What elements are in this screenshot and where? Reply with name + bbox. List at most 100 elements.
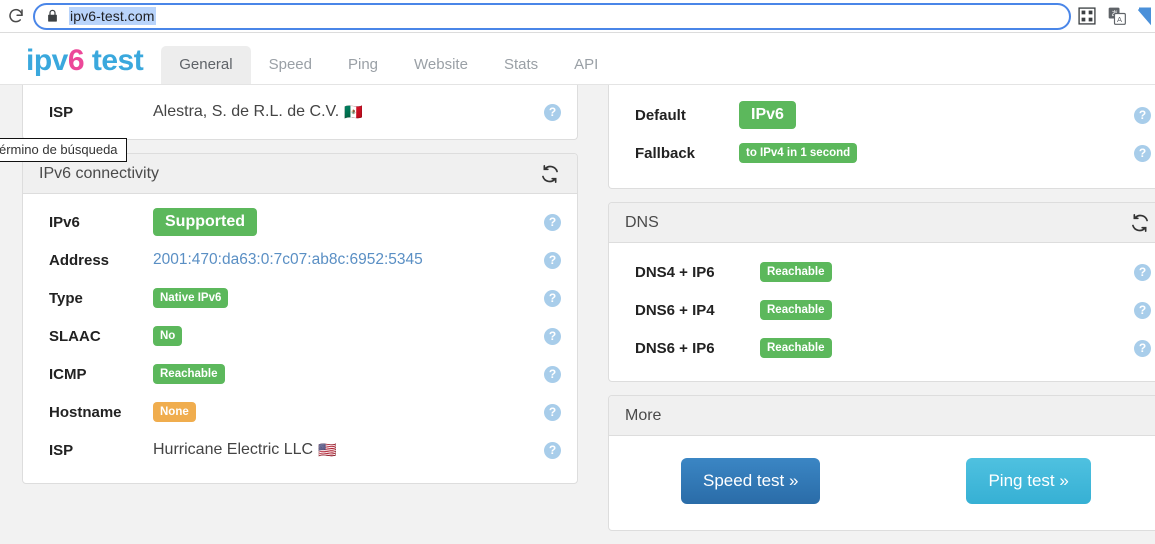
status-badge: Reachable: [153, 364, 225, 384]
icmp-label: ICMP: [49, 366, 153, 383]
isp-value-text: Hurricane Electric LLC: [153, 441, 313, 459]
site-header: ipv6 test General Speed Ping Website Sta…: [0, 33, 1155, 85]
help-icon[interactable]: ?: [544, 214, 561, 231]
logo-prefix: ipv: [26, 44, 68, 77]
address-bar-text[interactable]: ipv6-test.com: [69, 7, 156, 25]
profile-icon[interactable]: [1137, 6, 1151, 26]
help-icon[interactable]: ?: [1134, 107, 1151, 124]
tab-speed[interactable]: Speed: [251, 46, 330, 84]
qr-code-icon[interactable]: [1077, 6, 1097, 26]
table-row: DNS4 + IP6 Reachable ?: [609, 253, 1155, 291]
dns-panel-body: DNS4 + IP6 Reachable ? DNS6 + IP4 Reacha…: [609, 243, 1155, 381]
status-badge: Supported: [153, 208, 257, 236]
status-badge: None: [153, 402, 196, 422]
address-bar[interactable]: ipv6-test.com: [33, 3, 1071, 30]
status-badge: Reachable: [760, 300, 832, 320]
help-icon[interactable]: ?: [544, 252, 561, 269]
table-row: Hostname None ?: [23, 393, 577, 431]
ipv6-connectivity-panel: IPv6 connectivity IPv6 Supported: [22, 153, 578, 484]
refresh-icon-glyph: [1130, 213, 1150, 233]
isp-value: Hurricane Electric LLC 🇺🇸: [153, 441, 544, 459]
table-row: Address 2001:470:da63:0:7c07:ab8c:6952:5…: [23, 241, 577, 279]
speed-test-button[interactable]: Speed test »: [681, 458, 820, 504]
ipv6-panel-title: IPv6 connectivity: [39, 165, 539, 183]
address-value[interactable]: 2001:470:da63:0:7c07:ab8c:6952:5345: [153, 251, 544, 269]
status-badge: IPv6: [739, 101, 796, 129]
usa-flag-icon: 🇺🇸: [318, 443, 337, 458]
help-icon[interactable]: ?: [544, 104, 561, 121]
isp-label: ISP: [49, 104, 153, 121]
more-panel-title: More: [625, 407, 1151, 425]
browser-config-body: Default IPv6 ? Fallback to IPv4 in 1 sec…: [609, 85, 1155, 188]
reload-icon-glyph: [7, 7, 25, 25]
refresh-icon[interactable]: [539, 163, 561, 185]
slaac-label: SLAAC: [49, 328, 153, 345]
status-badge: Native IPv6: [153, 288, 228, 308]
dns4-ip6-value: Reachable: [760, 262, 1134, 282]
dns6-ip6-value: Reachable: [760, 338, 1134, 358]
tab-api[interactable]: API: [556, 46, 616, 84]
table-row: DNS6 + IP4 Reachable ?: [609, 291, 1155, 329]
dns6-ip4-label: DNS6 + IP4: [635, 302, 760, 319]
main-navigation: General Speed Ping Website Stats API: [161, 33, 616, 84]
help-icon[interactable]: ?: [544, 404, 561, 421]
status-badge: No: [153, 326, 182, 346]
help-icon[interactable]: ?: [1134, 302, 1151, 319]
table-row: ICMP Reachable ?: [23, 355, 577, 393]
omnibox-actions: あ A: [1077, 6, 1155, 26]
ping-test-button[interactable]: Ping test »: [966, 458, 1090, 504]
logo-suffix: test: [84, 44, 143, 77]
tab-website[interactable]: Website: [396, 46, 486, 84]
isp-label: ISP: [49, 442, 153, 459]
isp-value-text: Alestra, S. de R.L. de C.V.: [153, 103, 339, 121]
table-row: Type Native IPv6 ?: [23, 279, 577, 317]
default-label: Default: [635, 107, 739, 124]
tab-stats[interactable]: Stats: [486, 46, 556, 84]
tab-general[interactable]: General: [161, 46, 250, 84]
dns6-ip4-value: Reachable: [760, 300, 1134, 320]
type-label: Type: [49, 290, 153, 307]
logo-six: 6: [68, 44, 84, 77]
status-badge: Reachable: [760, 262, 832, 282]
help-icon[interactable]: ?: [1134, 340, 1151, 357]
dns-panel-header: DNS: [609, 203, 1155, 243]
page-content: érmino de búsqueda ISP Alestra, S. de R.…: [0, 85, 1155, 541]
address-label: Address: [49, 252, 153, 269]
table-row: ISP Hurricane Electric LLC 🇺🇸 ?: [23, 431, 577, 469]
dns6-ip6-label: DNS6 + IP6: [635, 340, 760, 357]
help-icon[interactable]: ?: [544, 366, 561, 383]
search-term-tooltip: érmino de búsqueda: [0, 138, 127, 162]
ipv6-label: IPv6: [49, 214, 153, 231]
site-logo[interactable]: ipv6 test: [26, 44, 143, 78]
help-icon[interactable]: ?: [544, 442, 561, 459]
table-row: Fallback to IPv4 in 1 second ?: [609, 134, 1155, 172]
default-value: IPv6: [739, 101, 1134, 129]
reload-icon[interactable]: [2, 2, 30, 30]
help-icon[interactable]: ?: [544, 328, 561, 345]
mexico-flag-icon: 🇲🇽: [344, 105, 363, 120]
lock-icon: [45, 8, 60, 24]
browser-configuration-panel: Default IPv6 ? Fallback to IPv4 in 1 sec…: [608, 85, 1155, 189]
icmp-value: Reachable: [153, 364, 544, 384]
slaac-value: No: [153, 326, 544, 346]
isp-value: Alestra, S. de R.L. de C.V. 🇲🇽: [153, 103, 544, 121]
ipv4-connectivity-panel-partial: ISP Alestra, S. de R.L. de C.V. 🇲🇽 ?: [22, 85, 578, 140]
refresh-icon[interactable]: [1129, 212, 1151, 234]
status-badge: to IPv4 in 1 second: [739, 143, 857, 163]
help-icon[interactable]: ?: [1134, 264, 1151, 281]
refresh-icon-glyph: [540, 164, 560, 184]
browser-toolbar: ipv6-test.com あ A: [0, 0, 1155, 33]
table-row: IPv6 Supported ?: [23, 203, 577, 241]
tab-ping[interactable]: Ping: [330, 46, 396, 84]
fallback-value: to IPv4 in 1 second: [739, 143, 1134, 163]
more-panel-body: Speed test » Ping test »: [609, 436, 1155, 530]
table-row: Default IPv6 ?: [609, 96, 1155, 134]
help-icon[interactable]: ?: [1134, 145, 1151, 162]
help-icon[interactable]: ?: [544, 290, 561, 307]
right-column: Default IPv6 ? Fallback to IPv4 in 1 sec…: [608, 85, 1155, 544]
dns4-ip6-label: DNS4 + IP6: [635, 264, 760, 281]
more-panel-header: More: [609, 396, 1155, 436]
table-row: ISP Alestra, S. de R.L. de C.V. 🇲🇽 ?: [23, 85, 577, 139]
dns-panel: DNS DNS4 + IP6 Reachable ?: [608, 202, 1155, 382]
translate-icon[interactable]: あ A: [1107, 6, 1127, 26]
